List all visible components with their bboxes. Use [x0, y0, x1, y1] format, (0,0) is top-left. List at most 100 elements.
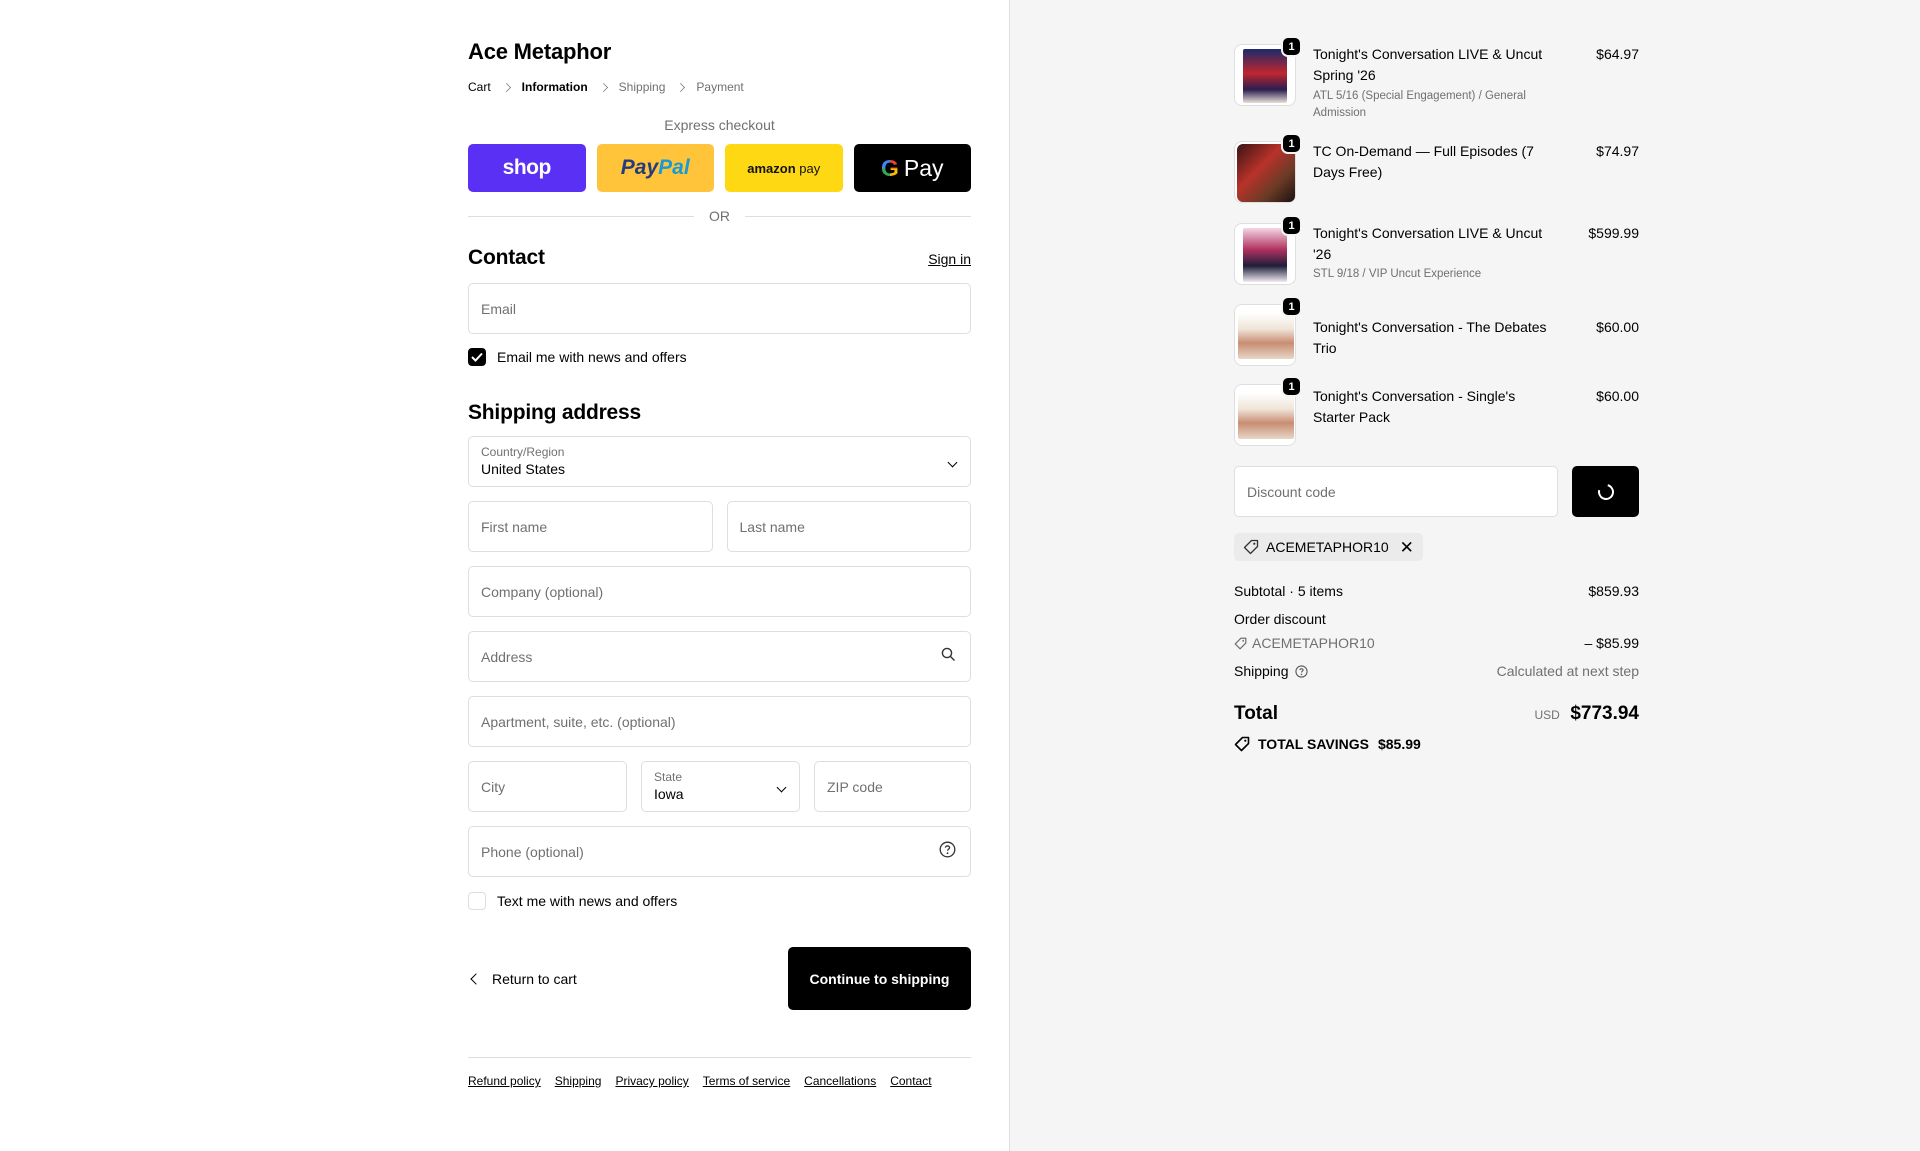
sms-optin-label: Text me with news and offers [497, 893, 678, 909]
amazon-pay-logo: amazon pay [747, 160, 821, 176]
country-label: Country/Region [481, 445, 565, 459]
breadcrumb-cart[interactable]: Cart [468, 80, 491, 94]
contact-link[interactable]: Contact [890, 1074, 931, 1088]
applied-discount-code: ACEMETAPHOR10 [1266, 539, 1389, 555]
refund-policy-link[interactable]: Refund policy [468, 1074, 541, 1088]
apartment-placeholder: Apartment, suite, etc. (optional) [481, 713, 676, 730]
first-name-placeholder: First name [481, 518, 548, 535]
zip-field[interactable]: ZIP code [814, 761, 971, 812]
cancellations-link[interactable]: Cancellations [804, 1074, 876, 1088]
shop-pay-logo: shop [502, 156, 552, 179]
order-discount-label: Order discount [1234, 611, 1326, 627]
help-circle-icon[interactable] [1294, 664, 1308, 678]
shipping-policy-link[interactable]: Shipping [555, 1074, 602, 1088]
address-field[interactable]: Address [468, 631, 971, 682]
chevron-right-icon [598, 82, 608, 92]
store-name: Ace Metaphor [468, 39, 612, 64]
shipping-address-title: Shipping address [468, 401, 641, 424]
city-field[interactable]: City [468, 761, 627, 812]
city-placeholder: City [481, 778, 506, 795]
shipping-label: Shipping [1234, 663, 1289, 679]
close-icon[interactable]: ✕ [1400, 539, 1414, 556]
first-name-field[interactable]: First name [468, 501, 713, 552]
shop-pay-button[interactable]: shop [468, 144, 586, 192]
apartment-field[interactable]: Apartment, suite, etc. (optional) [468, 696, 971, 747]
product-title: Tonight's Conversation - Single's Starte… [1313, 388, 1516, 425]
state-value: Iowa [654, 786, 684, 802]
product-variant: ATL 5/16 (Special Engagement) / General … [1313, 90, 1526, 119]
discount-row: Discount code [1234, 466, 1639, 517]
help-circle-icon[interactable] [939, 841, 956, 863]
breadcrumb-payment: Payment [696, 80, 744, 94]
total-savings-label: TOTAL SAVINGS [1258, 736, 1369, 752]
email-field[interactable]: Email [468, 283, 971, 334]
tag-icon [1234, 637, 1247, 650]
product-price: $74.97 [1596, 143, 1639, 159]
total-savings-amount: $85.99 [1377, 736, 1421, 752]
search-icon [941, 647, 956, 667]
quantity-badge: 1 [1281, 296, 1302, 317]
terms-of-service-link[interactable]: Terms of service [703, 1074, 790, 1088]
breadcrumb: Cart Information Shipping Payment [468, 80, 971, 94]
chevron-down-icon [776, 778, 787, 796]
shipping-value: Calculated at next step [1496, 663, 1639, 679]
express-checkout-label: Express checkout [664, 117, 775, 133]
discount-code-row: ACEMETAPHOR10 – $85.99 [1234, 634, 1639, 652]
subtotal-value: $859.93 [1588, 583, 1639, 599]
tag-icon [1234, 736, 1250, 752]
discount-code-label: ACEMETAPHOR10 [1252, 635, 1375, 651]
product-price: $64.97 [1596, 46, 1639, 62]
company-placeholder: Company (optional) [481, 583, 604, 600]
cart-item: 1 Tonight's Conversation LIVE & Uncut Sp… [1234, 36, 1639, 122]
contact-header: Contact Sign in [468, 246, 971, 270]
product-thumbnail: 1 [1234, 36, 1302, 106]
cart-item: 1 Tonight's Conversation LIVE & Uncut '2… [1234, 215, 1639, 285]
product-thumbnail: 1 [1234, 376, 1302, 446]
email-optin-label: Email me with news and offers [497, 349, 687, 365]
or-divider: OR [468, 208, 971, 224]
sms-optin-checkbox[interactable] [468, 892, 486, 910]
subtotal-row: Subtotal · 5 items $859.93 [1234, 582, 1639, 600]
last-name-placeholder: Last name [739, 518, 805, 535]
breadcrumb-information: Information [521, 80, 588, 94]
product-title: TC On-Demand — Full Episodes (7 Days Fre… [1313, 143, 1534, 180]
express-checkout-buttons: shop PayPal amazon pay G Pay [468, 144, 971, 192]
total-value: $773.94 [1570, 703, 1639, 724]
cart-item: 1 Tonight's Conversation - The Debates T… [1234, 296, 1639, 366]
zip-placeholder: ZIP code [827, 778, 883, 795]
loading-spinner-icon [1594, 480, 1617, 503]
currency-code: USD [1534, 708, 1560, 722]
total-row: Total USD $773.94 [1234, 703, 1639, 725]
google-pay-label: Pay [903, 154, 944, 181]
apply-discount-button[interactable] [1572, 466, 1639, 517]
continue-to-shipping-button[interactable]: Continue to shipping [788, 947, 971, 1010]
amazon-pay-button[interactable]: amazon pay [725, 144, 843, 192]
total-label: Total [1234, 703, 1278, 724]
product-thumbnail: 1 [1234, 133, 1302, 203]
checkout-form-column: Ace Metaphor Cart Information Shipping P… [0, 0, 1009, 1151]
product-title: Tonight's Conversation LIVE & Uncut '26 [1313, 225, 1543, 262]
sms-optin-row: Text me with news and offers [468, 892, 971, 910]
product-title: Tonight's Conversation LIVE & Uncut Spri… [1313, 46, 1543, 83]
product-price: $599.99 [1588, 225, 1639, 241]
phone-placeholder: Phone (optional) [481, 843, 584, 860]
google-pay-button[interactable]: G Pay [853, 144, 971, 192]
country-select[interactable]: Country/Region United States [468, 436, 971, 487]
footer-links: Refund policy Shipping Privacy policy Te… [468, 1057, 971, 1088]
product-title: Tonight's Conversation - The Debates Tri… [1313, 319, 1547, 356]
phone-field[interactable]: Phone (optional) [468, 826, 971, 877]
tag-icon [1243, 539, 1259, 555]
product-thumbnail: 1 [1234, 215, 1302, 285]
paypal-button[interactable]: PayPal [596, 144, 714, 192]
chevron-right-icon [501, 82, 511, 92]
sign-in-link[interactable]: Sign in [928, 251, 971, 267]
last-name-field[interactable]: Last name [726, 501, 971, 552]
privacy-policy-link[interactable]: Privacy policy [615, 1074, 688, 1088]
chevron-left-icon [470, 972, 482, 985]
discount-code-field[interactable]: Discount code [1234, 466, 1558, 517]
company-field[interactable]: Company (optional) [468, 566, 971, 617]
email-optin-checkbox[interactable] [468, 348, 486, 366]
return-to-cart-link[interactable]: Return to cart [468, 971, 577, 987]
state-select[interactable]: State Iowa [641, 761, 800, 812]
breadcrumb-shipping: Shipping [618, 80, 666, 94]
